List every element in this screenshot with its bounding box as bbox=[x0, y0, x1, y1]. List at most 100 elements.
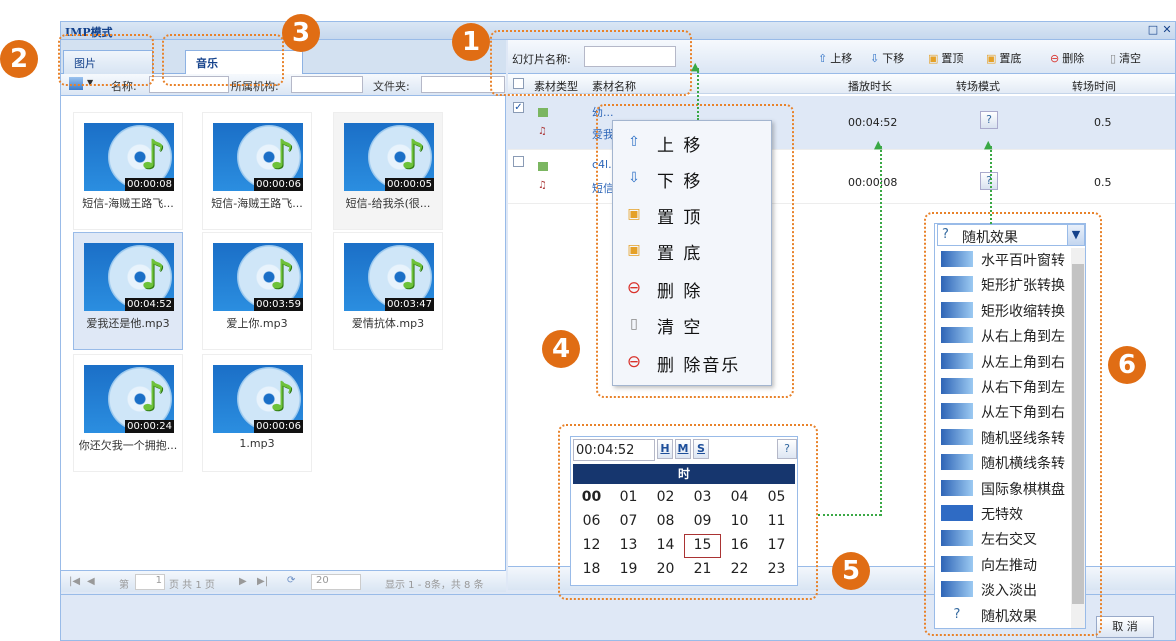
col-duration[interactable]: 播放时长 bbox=[848, 78, 892, 94]
media-item[interactable]: ♪ 00:00:24 你还欠我一个拥抱... bbox=[73, 354, 183, 472]
move-up-button[interactable]: ⇧ 上移 bbox=[818, 50, 852, 66]
badge-5: 5 bbox=[832, 552, 870, 590]
music-icon: ♫ bbox=[538, 126, 547, 137]
col-mode[interactable]: 转场模式 bbox=[956, 78, 1000, 94]
media-library-panel: 图片 音乐 ▼ 名称: 所属机构: 文件夹: ♪ 00:00:08 短信-海贼王路… bbox=[61, 40, 506, 592]
transition-mode-icon[interactable]: ? bbox=[980, 172, 998, 190]
arrow-down-icon: ⇩ bbox=[870, 52, 880, 65]
delete-button[interactable]: ⊖ 删除 bbox=[1050, 50, 1084, 66]
item-duration: 00:00:05 bbox=[385, 178, 434, 191]
image-icon bbox=[538, 162, 548, 171]
media-item[interactable]: ♪ 00:04:52 爱我还是他.mp3 bbox=[73, 232, 183, 350]
annotation-box-1 bbox=[490, 30, 692, 96]
page-size-select[interactable]: 20 bbox=[311, 574, 361, 590]
folder-label: 文件夹: bbox=[373, 80, 410, 93]
badge-4: 4 bbox=[542, 330, 580, 368]
media-item[interactable]: ♪ 00:00:06 短信-海贼王路飞... bbox=[202, 112, 312, 230]
row-checkbox[interactable] bbox=[513, 156, 524, 167]
item-caption: 爱情抗体.mp3 bbox=[351, 317, 425, 330]
connector-line-1 bbox=[697, 68, 699, 120]
delete-label: 删除 bbox=[1062, 52, 1085, 65]
next-page-icon[interactable]: ▶ bbox=[239, 576, 247, 587]
page-total: 页 共 1 页 bbox=[169, 580, 215, 591]
connector-line-5 bbox=[880, 146, 882, 516]
music-cd-icon: ♪ 00:00:05 bbox=[344, 123, 434, 191]
move-bottom-button[interactable]: ▣ 置底 bbox=[986, 50, 1021, 66]
badge-1: 1 bbox=[452, 23, 490, 61]
music-cd-icon: ♪ 00:03:47 bbox=[344, 243, 434, 311]
item-caption: 爱我还是他.mp3 bbox=[86, 317, 170, 330]
media-item[interactable]: ♪ 00:03:59 爱上你.mp3 bbox=[202, 232, 312, 350]
music-cd-icon: ♪ 00:03:59 bbox=[213, 243, 303, 311]
item-duration: 00:00:06 bbox=[254, 420, 303, 433]
item-duration: 00:03:47 bbox=[385, 298, 434, 311]
refresh-icon[interactable]: ⟳ bbox=[287, 575, 295, 586]
item-duration: 00:00:24 bbox=[125, 420, 174, 433]
item-duration: 00:03:59 bbox=[254, 298, 303, 311]
move-bottom-label: 置底 bbox=[999, 52, 1022, 65]
media-item[interactable]: ♪ 00:00:06 1.mp3 bbox=[202, 354, 312, 472]
arrow-up-marker: ▲ bbox=[691, 60, 700, 73]
media-item[interactable]: ♪ 00:03:47 爱情抗体.mp3 bbox=[333, 232, 443, 350]
send-bottom-icon: ▣ bbox=[986, 52, 997, 65]
close-icon[interactable]: ✕ bbox=[1161, 23, 1173, 37]
restore-icon[interactable]: □ bbox=[1147, 23, 1159, 37]
annotation-box-2 bbox=[58, 34, 154, 86]
connector-line-5b bbox=[818, 514, 881, 516]
org-input[interactable] bbox=[291, 76, 363, 93]
media-item[interactable]: ♪ 00:00:08 短信-海贼王路飞... bbox=[73, 112, 183, 230]
music-cd-icon: ♪ 00:04:52 bbox=[84, 243, 174, 311]
arrow-up-marker: ▲ bbox=[984, 138, 993, 151]
image-icon bbox=[538, 108, 548, 117]
music-cd-icon: ♪ 00:00:06 bbox=[213, 123, 303, 191]
badge-6: 6 bbox=[1108, 346, 1146, 384]
item-duration: 00:00:08 bbox=[125, 178, 174, 191]
annotation-box-5 bbox=[558, 424, 818, 600]
move-down-label: 下移 bbox=[882, 52, 905, 65]
music-cd-icon: ♪ 00:00:08 bbox=[84, 123, 174, 191]
page-summary: 显示 1 - 8条，共 8 条 bbox=[385, 580, 484, 591]
prev-page-icon[interactable]: ◀ bbox=[87, 576, 95, 587]
arrow-up-marker: ▲ bbox=[874, 138, 883, 151]
row-checkbox[interactable]: ✓ bbox=[513, 102, 524, 113]
col-time[interactable]: 转场时间 bbox=[1072, 78, 1116, 94]
pager: |◀ ◀ 第 1 页 共 1 页 ▶ ▶| ⟳ 20 显示 1 - 8条，共 8… bbox=[61, 570, 506, 592]
annotation-box-3 bbox=[162, 34, 284, 86]
bring-top-icon: ▣ bbox=[928, 52, 939, 65]
media-item[interactable]: ♪ 00:00:05 短信-给我杀(很... bbox=[333, 112, 443, 230]
connector-line-6 bbox=[990, 146, 992, 224]
music-cd-icon: ♪ 00:00:24 bbox=[84, 365, 174, 433]
row-transition-time[interactable]: 0.5 bbox=[1094, 176, 1112, 189]
annotation-box-4 bbox=[596, 104, 794, 398]
row-duration[interactable]: 00:00:08 bbox=[848, 176, 897, 189]
delete-icon: ⊖ bbox=[1050, 52, 1060, 65]
annotation-box-6 bbox=[924, 212, 1102, 636]
last-page-icon[interactable]: ▶| bbox=[257, 576, 268, 587]
item-caption: 你还欠我一个拥抱... bbox=[78, 439, 178, 452]
badge-3: 3 bbox=[282, 14, 320, 52]
item-caption: 爱上你.mp3 bbox=[226, 317, 288, 330]
move-top-label: 置顶 bbox=[941, 52, 964, 65]
first-page-icon[interactable]: |◀ bbox=[69, 576, 80, 587]
item-duration: 00:00:06 bbox=[254, 178, 303, 191]
move-down-button[interactable]: ⇩ 下移 bbox=[870, 50, 904, 66]
transition-mode-icon[interactable]: ? bbox=[980, 111, 998, 129]
item-caption: 短信-海贼王路飞... bbox=[211, 197, 303, 210]
trash-icon: ▯ bbox=[1110, 52, 1117, 65]
badge-2: 2 bbox=[0, 40, 38, 78]
music-cd-icon: ♪ 00:00:06 bbox=[213, 365, 303, 433]
row-transition-time[interactable]: 0.5 bbox=[1094, 116, 1112, 129]
item-duration: 00:04:52 bbox=[125, 298, 174, 311]
move-up-label: 上移 bbox=[830, 52, 853, 65]
item-caption: 短信-给我杀(很... bbox=[345, 197, 431, 210]
item-caption: 短信-海贼王路飞... bbox=[82, 197, 174, 210]
page-label: 第 bbox=[119, 580, 129, 591]
cancel-button[interactable]: 取 消 bbox=[1096, 616, 1154, 638]
item-caption: 1.mp3 bbox=[239, 437, 275, 450]
arrow-up-icon: ⇧ bbox=[818, 52, 828, 65]
move-top-button[interactable]: ▣ 置顶 bbox=[928, 50, 963, 66]
clear-label: 清空 bbox=[1119, 52, 1142, 65]
clear-button[interactable]: ▯ 清空 bbox=[1110, 50, 1141, 66]
page-input[interactable]: 1 bbox=[135, 574, 165, 590]
row-duration[interactable]: 00:04:52 bbox=[848, 116, 897, 129]
